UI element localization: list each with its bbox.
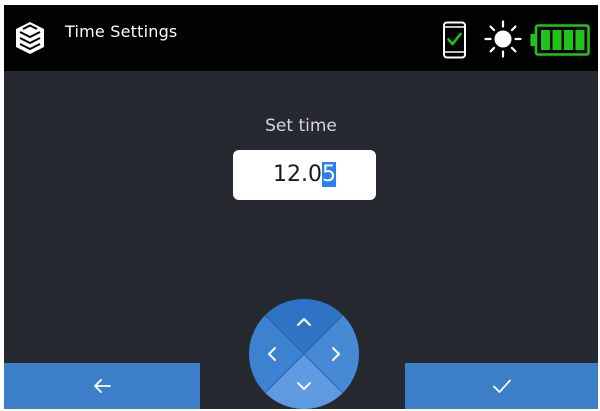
checkmark-icon (492, 379, 511, 393)
phone-check-icon (443, 21, 466, 59)
time-value-text: 12.0 (273, 162, 322, 187)
device-screen: Time Settings Set time 12.05 (4, 5, 598, 409)
brightness-sun-icon (484, 20, 522, 58)
time-input-field[interactable]: 12.05 (233, 150, 376, 200)
direction-pad (249, 299, 359, 409)
cube-stack-icon (16, 22, 44, 54)
arrow-left-icon (94, 379, 111, 393)
battery-full-icon (530, 24, 590, 56)
back-button[interactable] (4, 363, 200, 409)
page-title: Time Settings (65, 22, 178, 41)
confirm-button[interactable] (405, 363, 598, 409)
header-bar: Time Settings (4, 5, 598, 71)
time-selected-digit[interactable]: 5 (321, 162, 336, 187)
set-time-label: Set time (265, 116, 337, 136)
